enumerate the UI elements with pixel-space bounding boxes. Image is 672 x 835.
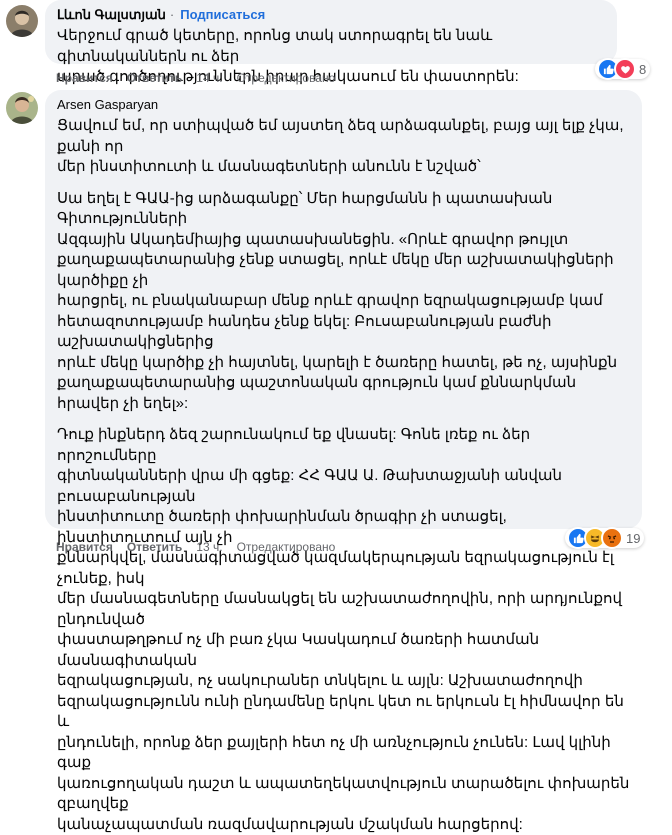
avatar[interactable] [6, 5, 38, 37]
comment-actions: Нравится Ответить 13 ч. Отредактировано [56, 539, 335, 555]
reaction-count: 19 [626, 530, 641, 546]
comment-paragraph: Ցավում եմ, որ ստիպված եմ այստեղ ձեզ արձա… [57, 117, 624, 175]
reply-button[interactable]: Ответить [127, 540, 182, 554]
author-name[interactable]: Arsen Gasparyan [57, 97, 158, 112]
separator-dot: · [169, 7, 175, 22]
comment-paragraph: Սա եղել է ԳԱԱ-ից արձագանքը՝ Մեր հարցմանն… [57, 189, 618, 412]
like-button[interactable]: Нравится [56, 71, 113, 85]
avatar[interactable] [6, 92, 38, 124]
like-button[interactable]: Нравится [56, 540, 113, 554]
avatar-photo-icon [6, 92, 38, 124]
edited-label[interactable]: Отредактировано [237, 71, 336, 85]
comment-actions: Нравится Ответить 14 ч. Отредактировано [56, 70, 335, 86]
comment-bubble: Arsen Gasparyan Ցավում եմ, որ ստիպված եմ… [45, 90, 642, 833]
timestamp[interactable]: 14 ч. [196, 71, 222, 85]
reactions-summary[interactable]: 19 [565, 527, 645, 549]
comment-bubble: Լևոն Գալստյան · Подписаться Վերջում գրած կ… [45, 0, 617, 85]
author-name[interactable]: Լևոն Գալստյան [57, 7, 166, 22]
avatar-photo-icon [6, 5, 38, 37]
edited-label[interactable]: Отредактировано [237, 540, 336, 554]
angry-icon [601, 527, 623, 549]
reply-button[interactable]: Ответить [127, 71, 182, 85]
love-icon [614, 58, 636, 80]
reaction-count: 8 [639, 61, 647, 77]
subscribe-button[interactable]: Подписаться [180, 7, 265, 22]
comment-paragraph: Դուք ինքներդ ձեզ շարունակում եք վնասել: … [57, 426, 630, 833]
reactions-summary[interactable]: 8 [595, 58, 651, 80]
timestamp[interactable]: 13 ч. [196, 540, 222, 554]
comment-text: Ցավում եմ, որ ստիպված եմ այստեղ ձեզ արձա… [57, 116, 630, 835]
